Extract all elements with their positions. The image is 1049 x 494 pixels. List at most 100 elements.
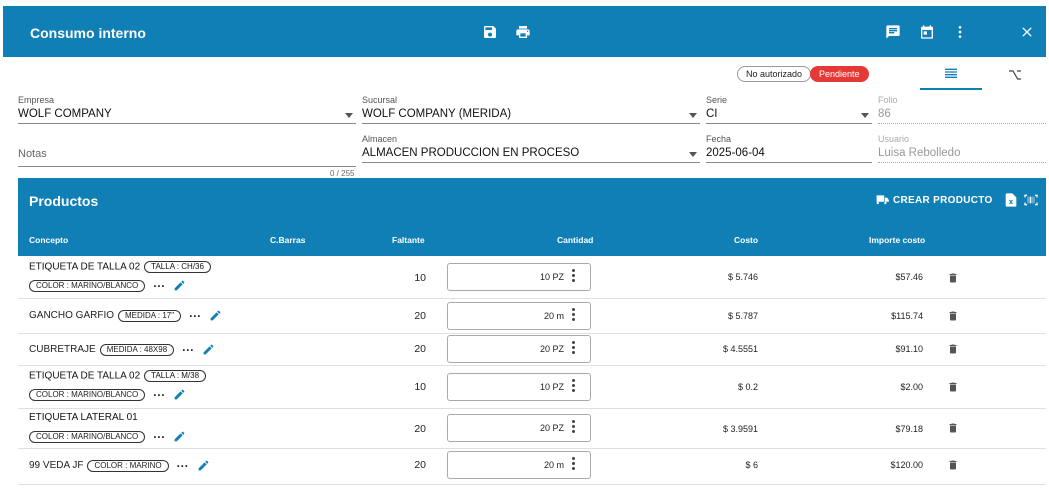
more-vert-icon[interactable] xyxy=(572,269,575,284)
importe-value: $57.46 xyxy=(895,272,923,282)
more-horiz-icon[interactable]: ··· xyxy=(177,460,189,472)
close-icon[interactable] xyxy=(1017,22,1037,42)
quantity-input[interactable]: 10 PZ xyxy=(447,373,591,401)
edit-pencil-icon[interactable] xyxy=(173,388,186,401)
edit-pencil-icon[interactable] xyxy=(173,279,186,292)
product-name: GANCHO GARFIO xyxy=(29,310,115,321)
empresa-select[interactable]: Empresa WOLF COMPANY xyxy=(18,95,356,124)
page-title: Consumo interno xyxy=(30,25,146,41)
variant-chip: MEDIDA : 48X98 xyxy=(99,343,175,356)
edit-pencil-icon[interactable] xyxy=(173,430,186,443)
variant-chip: TALLA : M/38 xyxy=(144,370,207,382)
dropdown-caret-icon xyxy=(689,113,697,118)
notas-textarea[interactable]: Notas xyxy=(18,145,356,167)
serie-select[interactable]: Serie CI xyxy=(706,95,872,124)
variant-chip: MEDIDA : 17" xyxy=(118,309,182,322)
folio-field: Folio 86 xyxy=(878,95,1046,124)
crear-producto-button[interactable]: CREAR PRODUCTO xyxy=(876,193,993,207)
delete-trash-icon[interactable] xyxy=(947,459,959,471)
usuario-field: Usuario Luisa Rebolledo xyxy=(878,134,1046,163)
edit-pencil-icon[interactable] xyxy=(202,343,215,356)
costo-value: $ 0.2 xyxy=(737,382,758,392)
quantity-input[interactable]: 20 m xyxy=(447,302,591,330)
productos-title: Productos xyxy=(29,193,99,209)
edit-pencil-icon[interactable] xyxy=(209,309,222,322)
delete-trash-icon[interactable] xyxy=(947,272,959,284)
productos-panel-header: Productos CREAR PRODUCTO Concepto C.Barr… xyxy=(18,178,1046,256)
faltante-value: 20 xyxy=(414,423,426,435)
more-horiz-icon[interactable]: ··· xyxy=(153,280,165,292)
delete-trash-icon[interactable] xyxy=(947,343,959,355)
product-name: CUBRETRAJE xyxy=(29,344,96,355)
col-concepto: Concepto xyxy=(29,235,69,245)
col-costo: Costo xyxy=(734,235,759,245)
variant-chip: COLOR : MARINO/BLANCO xyxy=(29,388,146,401)
costo-value: $ 5.787 xyxy=(727,311,758,321)
quantity-input[interactable]: 20 PZ xyxy=(447,335,591,363)
more-horiz-icon[interactable]: ··· xyxy=(153,389,165,401)
col-cbarras: C.Barras xyxy=(270,235,306,245)
quantity-input[interactable]: 20 PZ xyxy=(447,414,591,442)
barcode-scan-icon[interactable] xyxy=(1023,192,1039,208)
importe-value: $2.00 xyxy=(900,382,923,392)
quantity-input[interactable]: 20 m xyxy=(447,451,591,479)
dropdown-caret-icon xyxy=(861,113,869,118)
importe-value: $79.18 xyxy=(895,424,923,434)
product-name: ETIQUETA DE TALLA 02 xyxy=(29,370,141,382)
costo-value: $ 5.746 xyxy=(727,272,758,282)
table-row: 99 VEDA JF COLOR : MARINO ··· 20 20 m $ … xyxy=(18,449,1046,485)
importe-value: $91.10 xyxy=(895,344,923,354)
product-name: 99 VEDA JF xyxy=(29,460,84,471)
calendar-icon[interactable] xyxy=(917,22,937,42)
edit-pencil-icon[interactable] xyxy=(197,459,210,472)
col-importe-costo: Importe costo xyxy=(869,235,926,245)
truck-add-icon xyxy=(876,195,889,205)
print-icon[interactable] xyxy=(513,22,533,42)
option-key-icon xyxy=(1009,70,1021,80)
more-vert-icon[interactable] xyxy=(950,22,970,42)
col-cantidad: Cantidad xyxy=(557,235,594,245)
importe-value: $115.74 xyxy=(891,311,923,321)
table-row: GANCHO GARFIO MEDIDA : 17" ··· 20 20 m $… xyxy=(18,299,1046,334)
table-row: ETIQUETA LATERAL 01 COLOR : MARINO/BLANC… xyxy=(18,409,1046,449)
costo-value: $ 3.9591 xyxy=(722,424,758,434)
more-vert-icon[interactable] xyxy=(572,341,575,356)
importe-value: $120.00 xyxy=(890,460,923,470)
notas-char-counter: 0 / 255 xyxy=(330,169,355,178)
save-icon[interactable] xyxy=(480,22,500,42)
more-horiz-icon[interactable]: ··· xyxy=(182,344,194,356)
variant-chip: COLOR : MARINO/BLANCO xyxy=(29,279,146,292)
table-row: CUBRETRAJE MEDIDA : 48X98 ··· 20 20 PZ $… xyxy=(18,334,1046,366)
almacen-select[interactable]: Almacen ALMACEN PRODUCCION EN PROCESO xyxy=(362,134,700,163)
dropdown-caret-icon xyxy=(345,113,353,118)
more-horiz-icon[interactable]: ··· xyxy=(189,310,201,322)
comment-icon[interactable] xyxy=(883,22,903,42)
status-badge-pendiente: Pendiente xyxy=(810,66,869,82)
more-vert-icon[interactable] xyxy=(572,308,575,323)
tab-option-view[interactable] xyxy=(984,60,1046,90)
more-vert-icon[interactable] xyxy=(572,457,575,472)
quantity-input[interactable]: 10 PZ xyxy=(447,263,591,291)
delete-trash-icon[interactable] xyxy=(947,310,959,322)
product-name: ETIQUETA DE TALLA 02 xyxy=(29,261,141,273)
faltante-value: 20 xyxy=(414,310,426,322)
app-header: Consumo interno xyxy=(3,6,1046,57)
fecha-field[interactable]: Fecha 2025-06-04 xyxy=(706,134,872,163)
delete-trash-icon[interactable] xyxy=(947,422,959,434)
faltante-value: 20 xyxy=(414,343,426,355)
sucursal-select[interactable]: Sucursal WOLF COMPANY (MERIDA) xyxy=(362,95,700,124)
more-horiz-icon[interactable]: ··· xyxy=(153,431,165,443)
tab-list-view[interactable] xyxy=(920,60,982,90)
delete-trash-icon[interactable] xyxy=(947,381,959,393)
more-vert-icon[interactable] xyxy=(572,379,575,394)
costo-value: $ 6 xyxy=(745,460,758,470)
status-badge-no-autorizado: No autorizado xyxy=(737,66,812,82)
variant-chip: COLOR : MARINO/BLANCO xyxy=(29,430,146,443)
variant-chip: TALLA : CH/36 xyxy=(144,261,211,273)
table-row: ETIQUETA DE TALLA 02 TALLA : CH/36 COLOR … xyxy=(18,256,1046,299)
faltante-value: 20 xyxy=(414,459,426,471)
more-vert-icon[interactable] xyxy=(572,420,575,435)
list-lines-icon xyxy=(945,68,957,78)
excel-import-icon[interactable] xyxy=(1003,192,1019,208)
variant-chip: COLOR : MARINO xyxy=(87,459,169,472)
